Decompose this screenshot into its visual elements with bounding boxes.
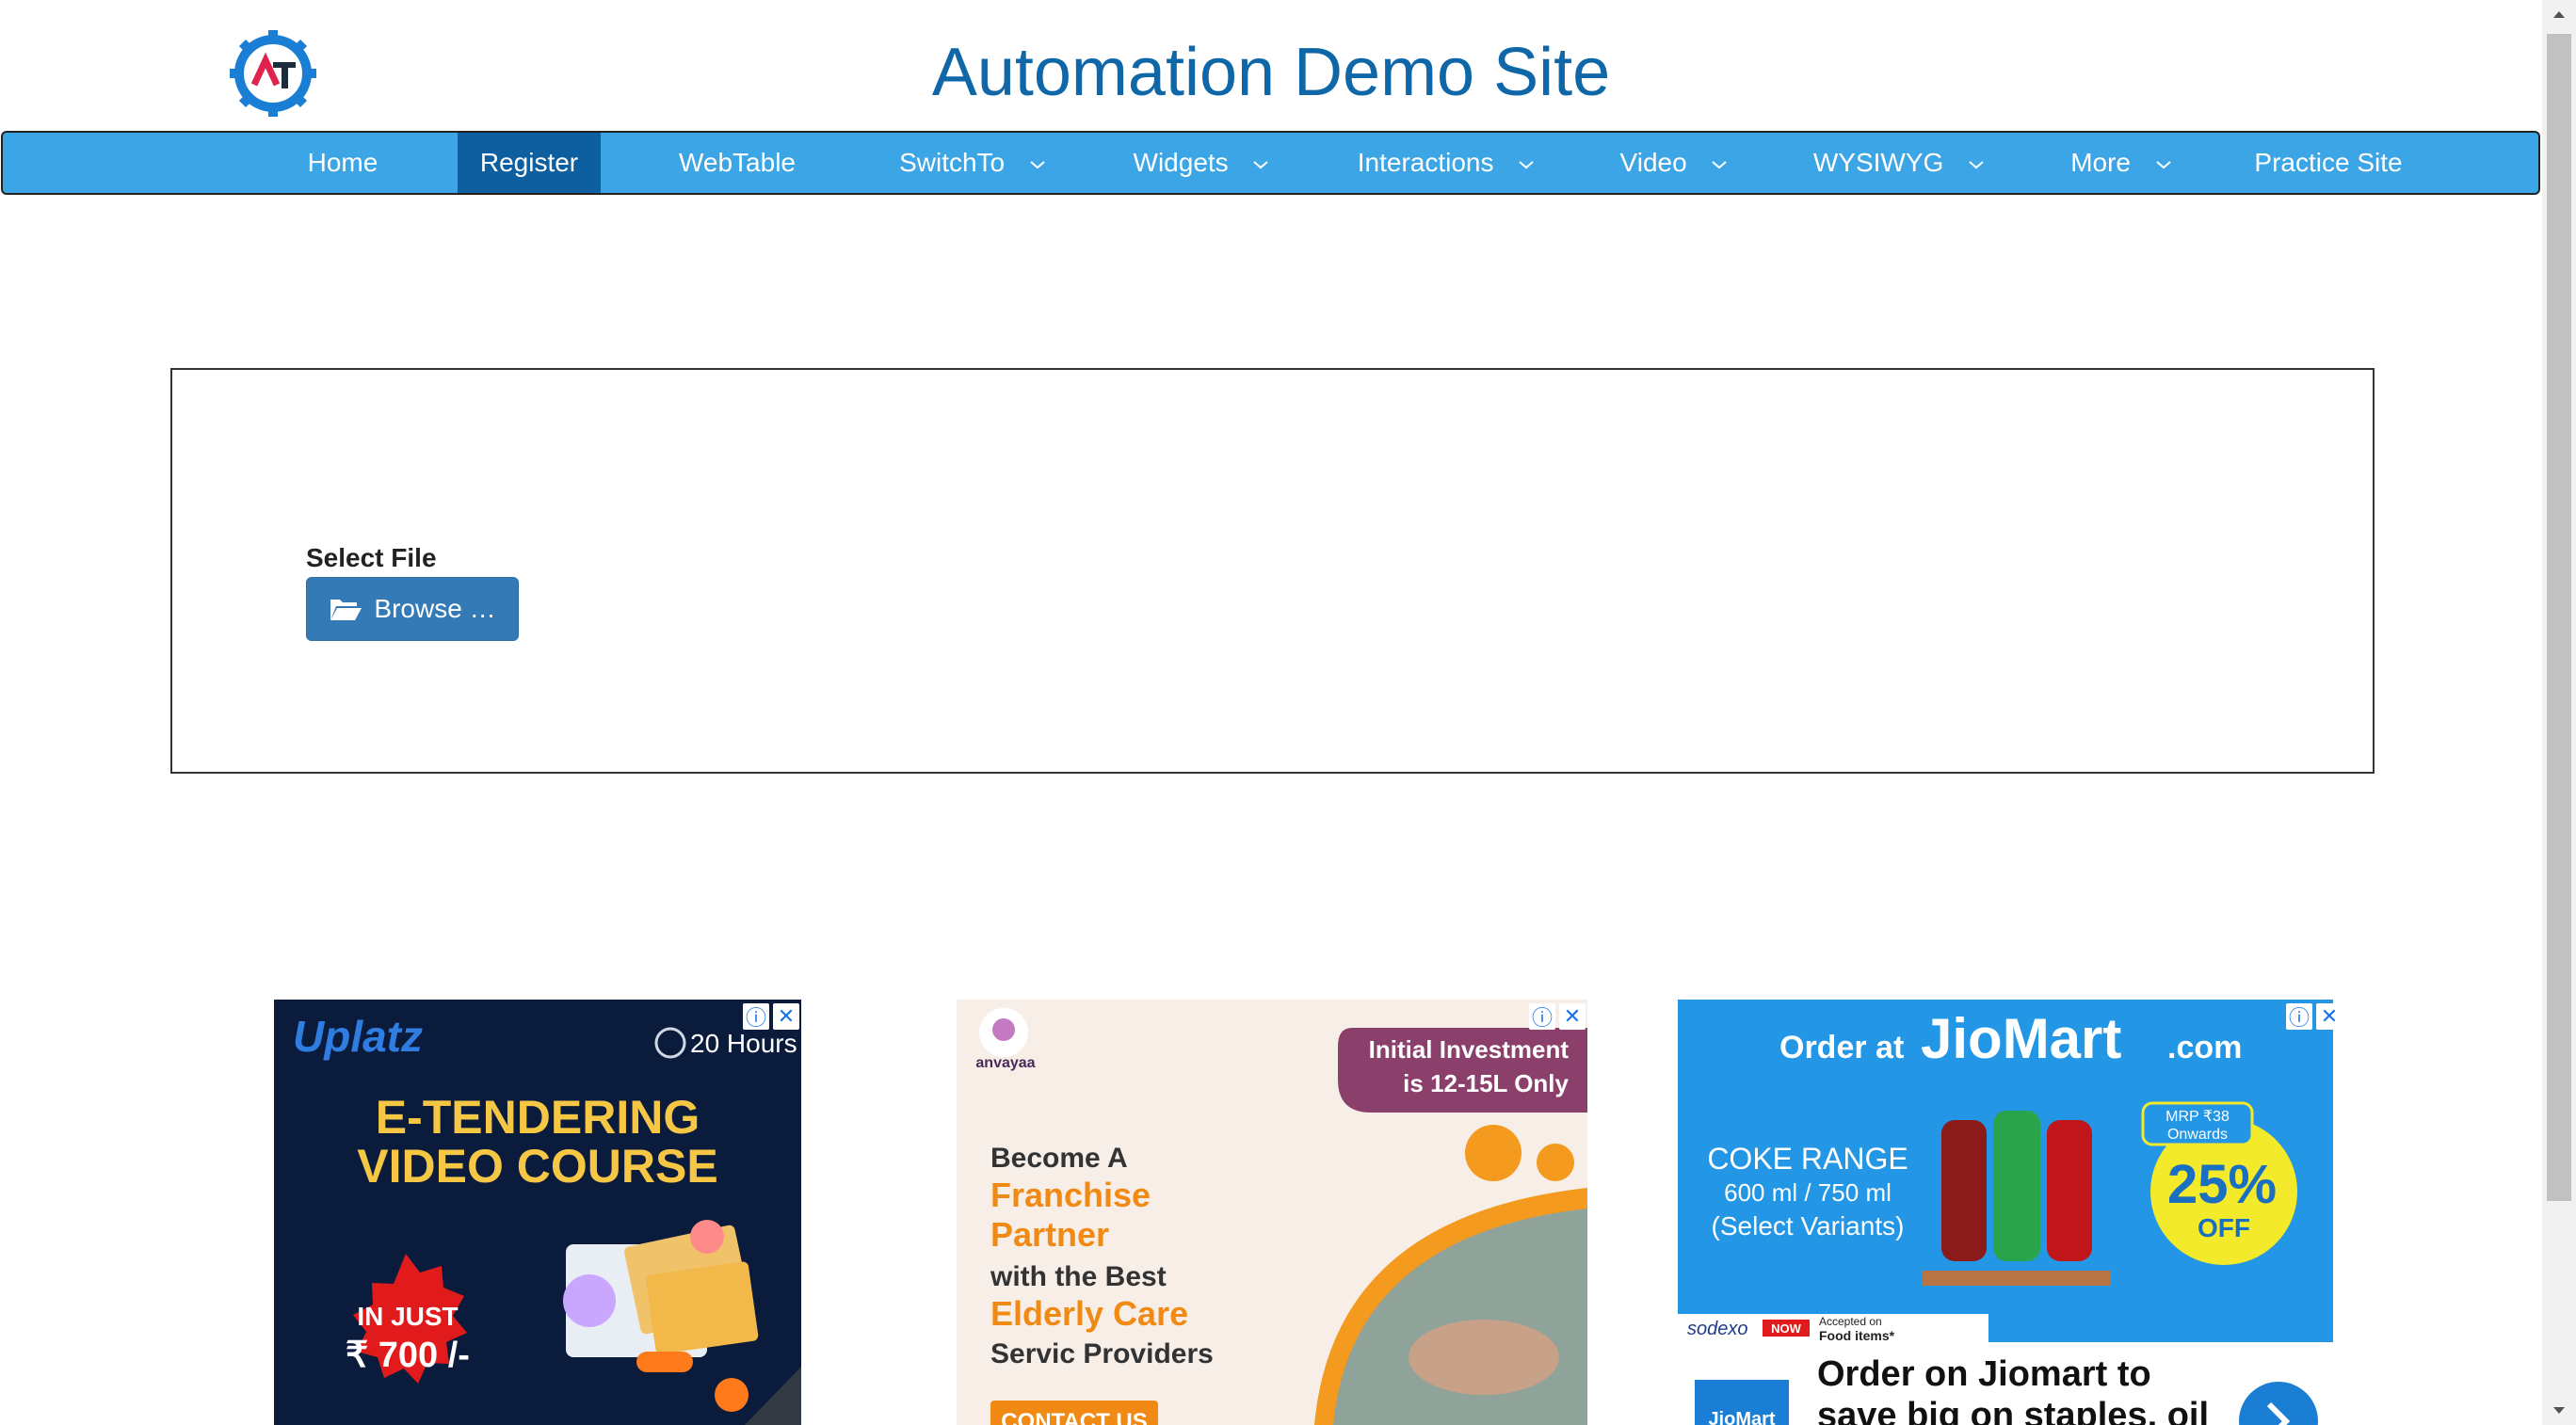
chevron-down-icon [1030, 160, 1045, 168]
nav-item-label: Practice Site [2254, 148, 2403, 177]
scroll-down-arrow-icon[interactable] [2542, 1397, 2576, 1425]
browse-button[interactable]: Browse … [306, 577, 519, 641]
ad-jiomart-logo-text: JioMart [1708, 1409, 1775, 1425]
nav-item-label: Video [1619, 148, 1687, 177]
ad-banner-jiomart[interactable]: Order at JioMart .com COKE RANGE 600 ml … [1668, 1000, 2344, 1425]
ad-jiomart-sizes: 600 ml / 750 ml [1724, 1178, 1892, 1207]
nav-item-label: Interactions [1357, 148, 1494, 177]
ad-jiomart-mrp-2: Onwards [2167, 1127, 2228, 1143]
chevron-down-icon [1519, 160, 1534, 168]
ad-anvayaa-cta: CONTACT US [1001, 1409, 1148, 1425]
nav-item-label: WYSIWYG [1812, 148, 1944, 177]
close-icon[interactable]: ✕ [2316, 1003, 2343, 1030]
chevron-down-icon [1712, 160, 1728, 168]
nav-item-more[interactable]: More [2055, 133, 2187, 193]
chevron-down-icon [1253, 160, 1269, 168]
nav-item-switchto[interactable]: SwitchTo [878, 133, 1067, 193]
ad-jiomart-discount: 25% [2167, 1154, 2277, 1215]
chevron-down-icon [2156, 160, 2171, 168]
nav-item-register[interactable]: Register [458, 133, 601, 193]
ad-uplatz-price-1: IN JUST [357, 1302, 458, 1331]
scrollbar-thumb[interactable] [2547, 34, 2571, 1201]
nav-item-video[interactable]: Video [1603, 133, 1745, 193]
chevron-down-icon [1969, 160, 1984, 168]
file-upload-panel: Select File Browse … [170, 368, 2375, 774]
info-icon[interactable]: ⓘ [743, 1003, 769, 1030]
ad-jiomart-dotcom: .com [2167, 1030, 2242, 1065]
ad-jiomart-artwork: Order at JioMart .com COKE RANGE 600 ml … [1668, 1000, 2344, 1425]
ad-anvayaa-artwork: anvayaa Initial Investment is 12-15L Onl… [957, 1000, 1587, 1425]
nav-item-wysiwyg[interactable]: WYSIWYG [1795, 133, 2003, 193]
ad-anvayaa-line-3: Partner [990, 1215, 1109, 1254]
ad-uplatz-brand: Uplatz [293, 1012, 423, 1061]
nav-item-interactions[interactable]: Interactions [1338, 133, 1554, 193]
ad-banner-uplatz[interactable]: Uplatz 20 Hours E-TENDERING VIDEO COURSE… [274, 1000, 801, 1425]
ad-jiomart-range: COKE RANGE [1707, 1142, 1908, 1176]
info-icon[interactable]: ⓘ [2286, 1003, 2312, 1030]
nav-item-label: Home [307, 148, 378, 177]
ad-jiomart-text-2: save big on staples, oil [1817, 1396, 2209, 1425]
ad-jiomart-off: OFF [2198, 1213, 2250, 1242]
ad-jiomart-now: NOW [1771, 1321, 1802, 1336]
browse-button-label: Browse … [374, 594, 496, 623]
ad-uplatz-duration: 20 Hours [690, 1029, 797, 1058]
ad-jiomart-order-at: Order at [1779, 1030, 1904, 1065]
nav-item-label: SwitchTo [899, 148, 1006, 177]
scroll-up-arrow-icon[interactable] [2542, 0, 2576, 28]
ad-jiomart-accepted-2: Food items* [1819, 1328, 1895, 1343]
ad-controls: ⓘ ✕ [2286, 1003, 2343, 1030]
ad-anvayaa-brand: anvayaa [975, 1055, 1035, 1071]
ad-anvayaa-line-5: Elderly Care [990, 1294, 1188, 1333]
ad-anvayaa-line-1: Become A [990, 1143, 1128, 1174]
nav-item-widgets[interactable]: Widgets [1112, 133, 1291, 193]
ad-uplatz-artwork: Uplatz 20 Hours E-TENDERING VIDEO COURSE… [274, 1000, 801, 1425]
ad-anvayaa-line-4: with the Best [990, 1261, 1167, 1292]
ad-anvayaa-line-6: Servic Providers [990, 1338, 1214, 1369]
ad-anvayaa-line-2: Franchise [990, 1176, 1151, 1214]
ad-anvayaa-badge-2: is 12-15L Only [1403, 1069, 1569, 1097]
ad-uplatz-headline-2: VIDEO COURSE [357, 1140, 717, 1193]
nav-item-label: Widgets [1133, 148, 1229, 177]
ad-jiomart-variants: (Select Variants) [1712, 1211, 1905, 1241]
ad-controls: ⓘ ✕ [743, 1003, 799, 1030]
ad-jiomart-brand: JioMart [1921, 1007, 2121, 1070]
nav-item-label: WebTable [678, 148, 796, 177]
nav-item-webtable[interactable]: WebTable [657, 133, 817, 193]
ad-controls: ⓘ ✕ [1529, 1003, 1586, 1030]
ad-jiomart-accepted-1: Accepted on [1819, 1315, 1882, 1328]
ad-uplatz-price-2: ₹ 700 /- [346, 1336, 470, 1375]
ad-banner-anvayaa[interactable]: anvayaa Initial Investment is 12-15L Onl… [957, 1000, 1587, 1425]
ad-uplatz-headline-1: E-TENDERING [376, 1091, 700, 1144]
close-icon[interactable]: ✕ [1559, 1003, 1586, 1030]
ad-jiomart-sodexo: sodexo [1687, 1319, 1748, 1339]
folder-open-icon [330, 600, 362, 620]
nav-item-label: More [2070, 148, 2131, 177]
main-nav: Home Register WebTable SwitchTo Widgets … [1, 131, 2540, 195]
nav-item-practice-site[interactable]: Practice Site [2234, 133, 2423, 193]
nav-item-home[interactable]: Home [293, 133, 393, 193]
info-icon[interactable]: ⓘ [1529, 1003, 1555, 1030]
ad-anvayaa-badge-1: Initial Investment [1369, 1035, 1570, 1064]
page-title: Automation Demo Site [931, 35, 1611, 110]
ad-jiomart-text-1: Order on Jiomart to [1817, 1354, 2151, 1394]
nav-item-label: Register [479, 148, 579, 177]
select-file-label: Select File [306, 543, 437, 572]
close-icon[interactable]: ✕ [773, 1003, 799, 1030]
ad-jiomart-mrp-1: MRP ₹38 [2165, 1109, 2230, 1125]
